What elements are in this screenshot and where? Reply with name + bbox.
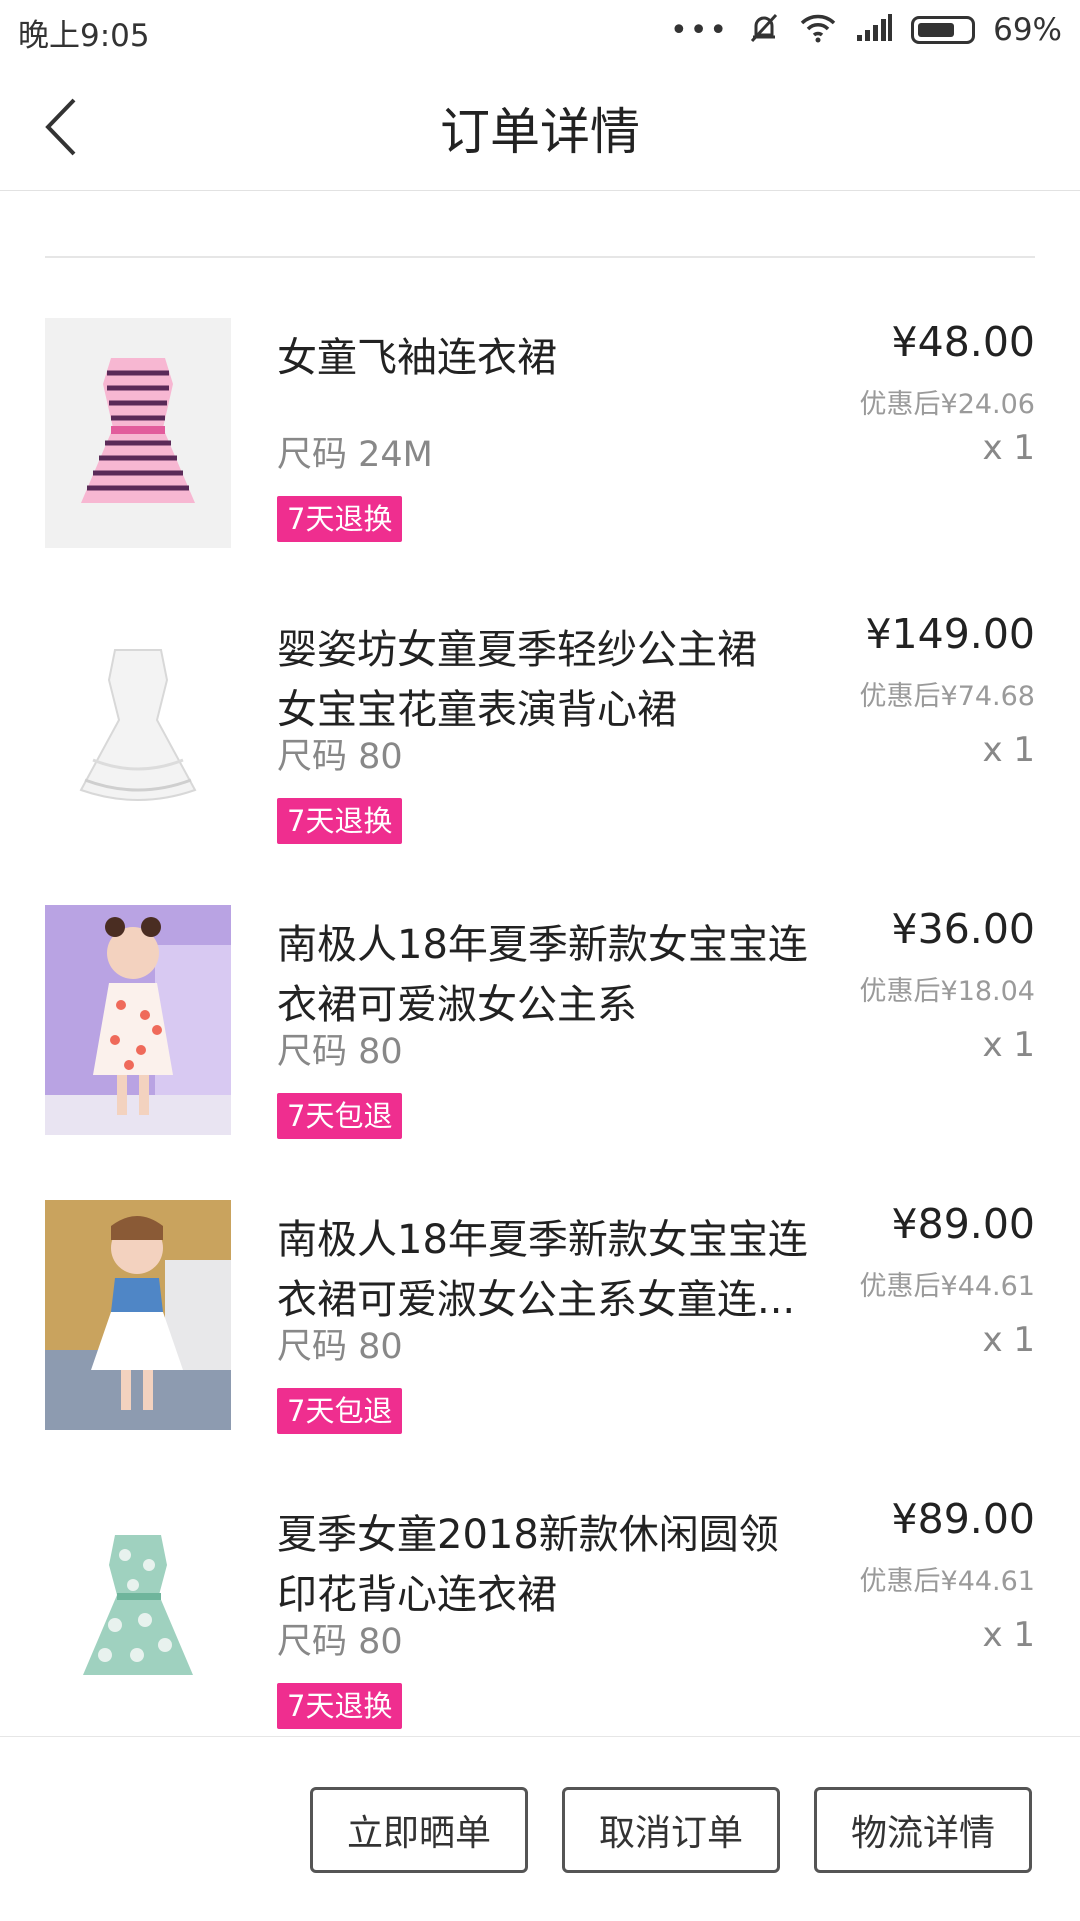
girl-denim-dress-image bbox=[45, 1200, 231, 1430]
product-image[interactable] bbox=[45, 905, 231, 1135]
order-action-bar: 立即晒单 取消订单 物流详情 bbox=[0, 1736, 1080, 1921]
signal-icon bbox=[855, 13, 893, 47]
striped-dress-image bbox=[45, 318, 231, 548]
return-policy-badge: 7天退换 bbox=[277, 1683, 403, 1729]
return-policy-badge: 7天包退 bbox=[277, 1388, 403, 1434]
status-icons: ••• 69% bbox=[670, 8, 1062, 52]
status-bar: 晚上9:05 ••• 69% bbox=[0, 0, 1080, 62]
quantity: x 1 bbox=[982, 1615, 1035, 1655]
product-price: ¥48.00 bbox=[891, 318, 1035, 366]
order-item[interactable]: 女童飞袖连衣裙 尺码 24M 7天退换 ¥48.00 优惠后¥24.06 x 1 bbox=[45, 318, 1035, 578]
product-size: 尺码 80 bbox=[277, 1032, 403, 1072]
order-item[interactable]: 夏季女童2018新款休闲圆领 印花背心连衣裙 尺码 80 7天退换 ¥89.00… bbox=[45, 1495, 1035, 1755]
order-item[interactable]: 南极人18年夏季新款女宝宝连 衣裙可爱淑女公主系 尺码 80 7天包退 ¥36.… bbox=[45, 905, 1035, 1165]
product-image[interactable] bbox=[45, 1200, 231, 1430]
battery-icon bbox=[911, 16, 976, 44]
product-size: 尺码 80 bbox=[277, 1327, 403, 1367]
wifi-icon bbox=[799, 12, 837, 48]
product-name[interactable]: 南极人18年夏季新款女宝宝连 衣裙可爱淑女公主系女童连... bbox=[277, 1210, 857, 1330]
girl-star-dress-image bbox=[45, 905, 231, 1135]
product-price: ¥89.00 bbox=[891, 1495, 1035, 1543]
product-size: 尺码 80 bbox=[277, 1622, 403, 1662]
product-size: 尺码 80 bbox=[277, 737, 403, 777]
product-price: ¥36.00 bbox=[891, 905, 1035, 953]
battery-percent: 69% bbox=[993, 12, 1062, 48]
order-item[interactable]: 南极人18年夏季新款女宝宝连 衣裙可爱淑女公主系女童连... 尺码 80 7天包… bbox=[45, 1200, 1035, 1460]
product-price: ¥149.00 bbox=[865, 610, 1035, 658]
divider bbox=[45, 256, 1035, 258]
quantity: x 1 bbox=[982, 1320, 1035, 1360]
quantity: x 1 bbox=[982, 1025, 1035, 1065]
product-size: 尺码 24M bbox=[277, 435, 433, 475]
share-order-button[interactable]: 立即晒单 bbox=[310, 1787, 528, 1873]
product-image[interactable] bbox=[45, 1495, 231, 1725]
white-tulle-dress-image bbox=[45, 610, 231, 840]
product-name[interactable]: 婴姿坊女童夏季轻纱公主裙 女宝宝花童表演背心裙 bbox=[277, 620, 857, 740]
order-item[interactable]: 婴姿坊女童夏季轻纱公主裙 女宝宝花童表演背心裙 尺码 80 7天退换 ¥149.… bbox=[45, 610, 1035, 870]
product-name[interactable]: 南极人18年夏季新款女宝宝连 衣裙可爱淑女公主系 bbox=[277, 915, 857, 1035]
more-dots-icon: ••• bbox=[670, 12, 730, 48]
product-name[interactable]: 女童飞袖连衣裙 bbox=[277, 328, 857, 388]
return-policy-badge: 7天包退 bbox=[277, 1093, 403, 1139]
discount-price: 优惠后¥18.04 bbox=[859, 976, 1035, 1007]
return-policy-badge: 7天退换 bbox=[277, 496, 403, 542]
page-title: 订单详情 bbox=[440, 103, 640, 161]
nav-bar: 订单详情 bbox=[0, 62, 1080, 191]
discount-price: 优惠后¥44.61 bbox=[859, 1566, 1035, 1597]
cancel-order-button[interactable]: 取消订单 bbox=[562, 1787, 780, 1873]
discount-price: 优惠后¥24.06 bbox=[859, 389, 1035, 420]
discount-price: 优惠后¥44.61 bbox=[859, 1271, 1035, 1302]
logistics-detail-button[interactable]: 物流详情 bbox=[814, 1787, 1032, 1873]
product-price: ¥89.00 bbox=[891, 1200, 1035, 1248]
discount-price: 优惠后¥74.68 bbox=[859, 681, 1035, 712]
product-image[interactable] bbox=[45, 610, 231, 840]
floral-dress-image bbox=[45, 1495, 231, 1725]
status-time: 晚上9:05 bbox=[18, 18, 150, 54]
return-policy-badge: 7天退换 bbox=[277, 798, 403, 844]
quantity: x 1 bbox=[982, 730, 1035, 770]
quantity: x 1 bbox=[982, 428, 1035, 468]
product-name[interactable]: 夏季女童2018新款休闲圆领 印花背心连衣裙 bbox=[277, 1505, 857, 1625]
product-image[interactable] bbox=[45, 318, 231, 548]
mute-bell-icon bbox=[747, 11, 781, 49]
